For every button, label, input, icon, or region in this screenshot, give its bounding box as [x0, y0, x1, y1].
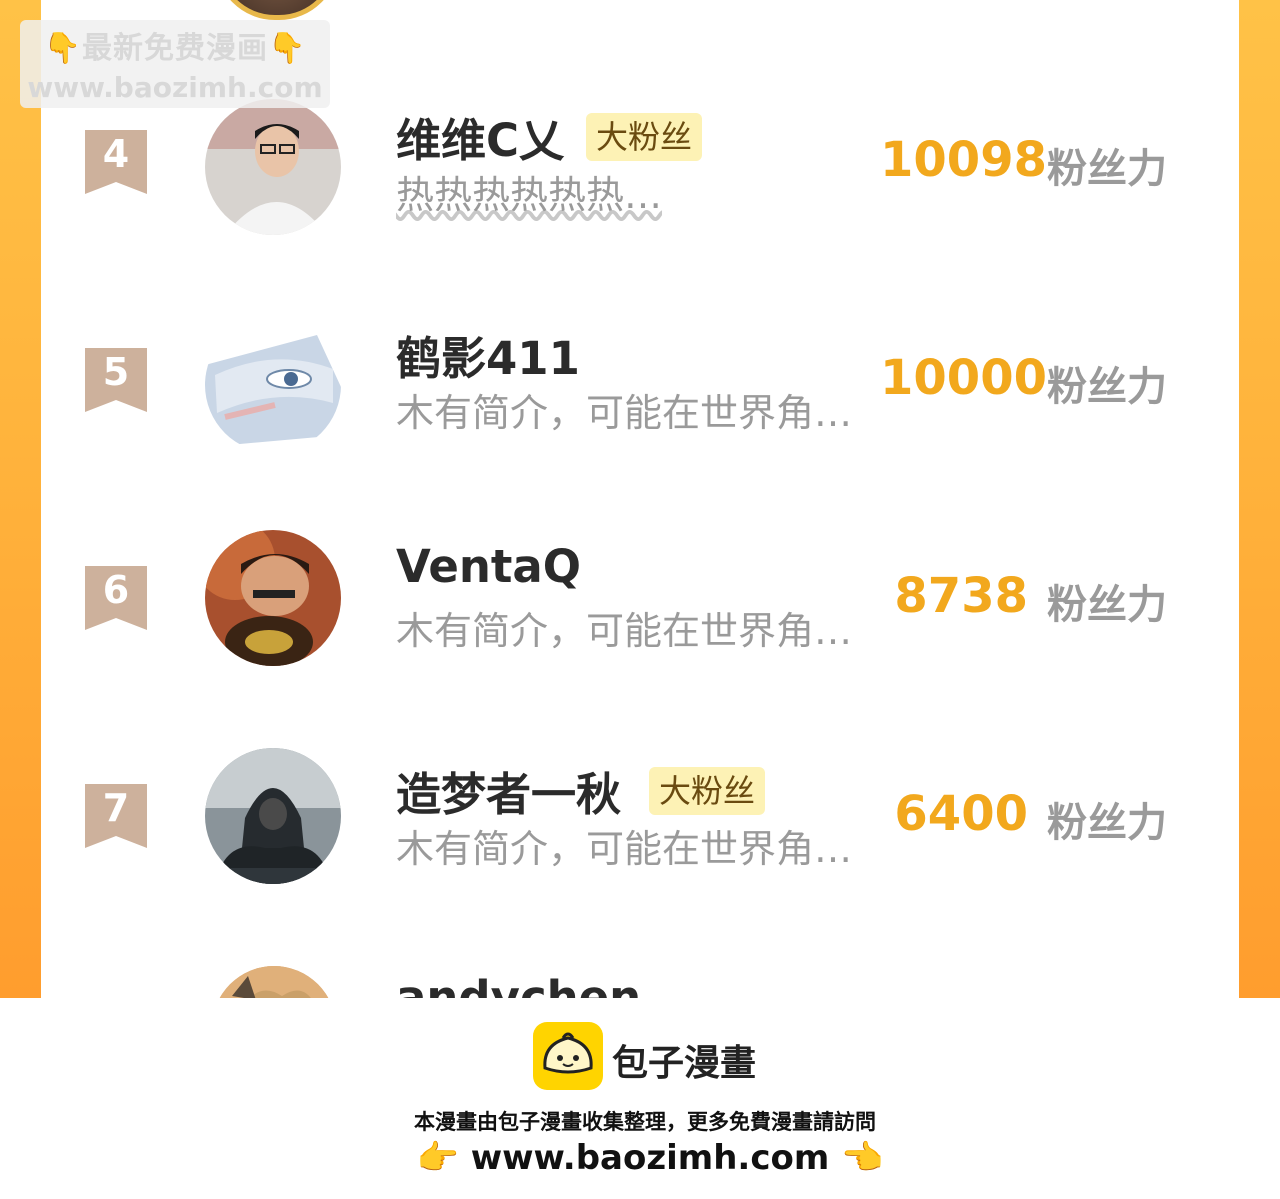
user-name[interactable]: 维维C乂: [396, 104, 564, 169]
rank-badge: 6: [85, 566, 147, 630]
avatar[interactable]: [205, 530, 341, 666]
watermark: 👇最新免费漫画👇 www.baozimh.com: [20, 20, 330, 108]
ranking-row[interactable]: 7 造梦者一秋 大粉丝 木有简介，可能在世界角… 6400 粉丝力: [0, 744, 1280, 904]
fan-power-label: 粉丝力: [1047, 146, 1167, 192]
user-name[interactable]: VentaQ: [396, 540, 581, 593]
rank-badge: 5: [85, 348, 147, 412]
user-bio: 木有简介，可能在世界角…: [396, 827, 853, 871]
baozi-logo-icon: [533, 1022, 603, 1090]
fan-power-label: 粉丝力: [1047, 364, 1167, 410]
ranking-row[interactable]: 5 鹤影411 木有简介，可能在世界角… 10000 粉丝力: [0, 308, 1280, 468]
hand-left-icon: 👈: [841, 1138, 884, 1178]
big-fan-badge: 大粉丝: [649, 767, 766, 815]
ranking-row[interactable]: 6 VentaQ 木有简介，可能在世界角… 8738 粉丝力: [0, 526, 1280, 686]
avatar[interactable]: [205, 99, 341, 235]
big-fan-badge: 大粉丝: [586, 113, 703, 161]
watermark-url: www.baozimh.com: [27, 71, 323, 104]
fan-power-score: 10098: [880, 132, 1047, 188]
user-bio: 木有简介，可能在世界角…: [396, 391, 853, 435]
next-row-user-name[interactable]: andychen: [396, 968, 641, 998]
fan-power-score: 10000: [880, 350, 1047, 406]
hand-down-icon: 👇: [268, 31, 307, 66]
fan-power-label: 粉丝力: [1047, 582, 1167, 628]
fan-ranking-panel: 👇最新免费漫画👇 www.baozimh.com 4 维维C乂 大粉丝 热热热热…: [0, 0, 1280, 998]
ranking-row[interactable]: 4 维维C乂 大粉丝 热热热热热热… 10098 粉丝力: [0, 90, 1280, 250]
fan-power-score: 6400: [894, 786, 1028, 842]
avatar[interactable]: [205, 317, 341, 453]
user-bio: 热热热热热热…: [396, 173, 663, 217]
user-name[interactable]: 鹤影411: [396, 322, 580, 387]
footer-url-row: 👉 www.baozimh.com 👈: [0, 1138, 1280, 1178]
hand-right-icon: 👉: [416, 1138, 459, 1178]
fan-power-score: 8738: [894, 568, 1028, 624]
user-bio: 木有简介，可能在世界角…: [396, 609, 853, 653]
hand-down-icon: 👇: [43, 31, 82, 66]
footer-url-link[interactable]: www.baozimh.com: [471, 1138, 830, 1178]
footer-note: 本漫畫由包子漫畫收集整理，更多免費漫畫請訪問: [414, 1110, 876, 1134]
rank-badge: 4: [85, 130, 147, 194]
avatar[interactable]: [205, 748, 341, 884]
watermark-title: 最新免费漫画: [82, 31, 268, 66]
footer: 包子漫畫 本漫畫由包子漫畫收集整理，更多免費漫畫請訪問 👉 www.baozim…: [0, 998, 1280, 1199]
fan-power-label: 粉丝力: [1047, 800, 1167, 846]
rank-badge: 7: [85, 784, 147, 848]
brand-name: 包子漫畫: [612, 1043, 757, 1084]
user-name[interactable]: 造梦者一秋: [396, 758, 621, 823]
